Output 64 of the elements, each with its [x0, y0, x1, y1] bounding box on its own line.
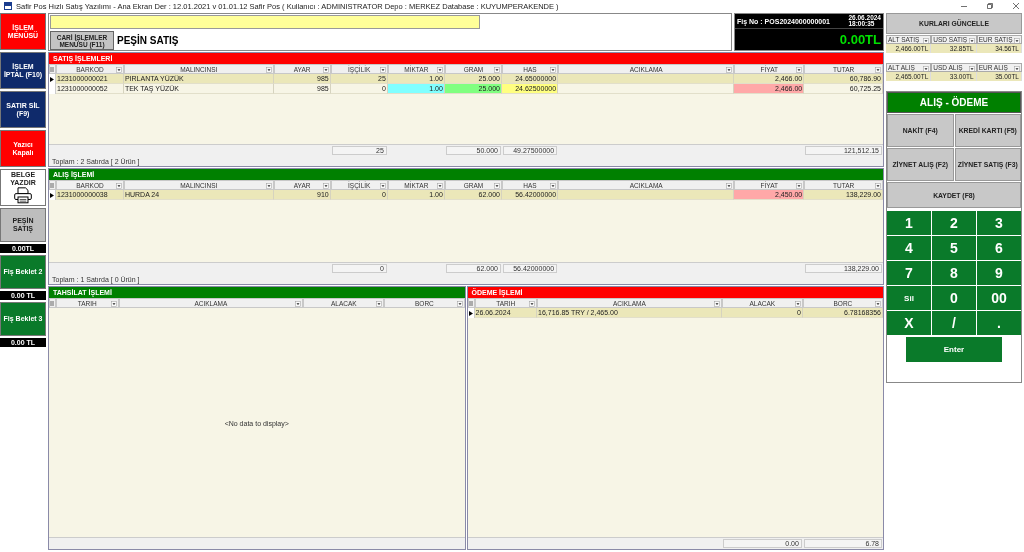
row-selector[interactable] [467, 308, 475, 318]
keypad-key[interactable]: 4 [887, 236, 931, 260]
keypad-key[interactable]: 7 [887, 261, 931, 285]
row-pointer-icon [50, 192, 54, 198]
dropdown-icon[interactable] [968, 37, 975, 43]
keypad-key[interactable]: 2 [932, 211, 976, 235]
dropdown-icon[interactable] [436, 182, 443, 189]
keypad-key[interactable]: 6 [977, 236, 1021, 260]
row-selector[interactable] [49, 74, 56, 84]
dropdown-icon[interactable] [875, 300, 881, 307]
mode-title: PEŞİN SATIŞ [117, 35, 179, 46]
keypad-key[interactable]: . [977, 311, 1021, 335]
keypad-key[interactable]: / [932, 311, 976, 335]
keypad-key[interactable]: 9 [977, 261, 1021, 285]
dropdown-icon[interactable] [726, 66, 733, 73]
keypad-key[interactable]: 00 [977, 286, 1021, 310]
close-icon[interactable] [1012, 2, 1020, 10]
dropdown-icon[interactable] [726, 182, 733, 189]
keypad-key[interactable]: 5 [932, 236, 976, 260]
dropdown-icon[interactable] [875, 182, 881, 189]
dropdown-icon[interactable] [110, 300, 117, 307]
dropdown-icon[interactable] [494, 182, 500, 189]
dropdown-icon[interactable] [713, 300, 720, 307]
dropdown-icon[interactable] [265, 182, 272, 189]
dropdown-icon[interactable] [529, 300, 536, 307]
dropdown-icon[interactable] [295, 300, 302, 307]
dropdown-icon[interactable] [494, 66, 500, 73]
dropdown-icon[interactable] [115, 66, 122, 73]
keypad-key[interactable]: 0 [932, 286, 976, 310]
dropdown-icon[interactable] [322, 66, 329, 73]
row-pointer-icon [468, 310, 473, 316]
keypad-key[interactable]: 1 [887, 211, 931, 235]
row-pointer-icon [50, 76, 54, 82]
dropdown-icon[interactable] [968, 65, 975, 71]
app-icon [4, 2, 12, 10]
dropdown-icon[interactable] [923, 65, 930, 71]
dropdown-icon[interactable] [550, 182, 557, 189]
dropdown-icon[interactable] [923, 37, 930, 43]
row-selector[interactable] [49, 190, 56, 200]
keypad-key[interactable]: 3 [977, 211, 1021, 235]
dropdown-icon[interactable] [456, 300, 463, 307]
enter-button[interactable]: Enter [906, 337, 1002, 362]
dropdown-icon[interactable] [794, 300, 801, 307]
dropdown-icon[interactable] [875, 66, 881, 73]
dropdown-icon[interactable] [1014, 65, 1020, 71]
printer-icon [11, 187, 35, 204]
barcode-input-field[interactable] [50, 15, 480, 29]
dropdown-icon[interactable] [376, 300, 383, 307]
dropdown-icon[interactable] [322, 182, 329, 189]
dropdown-icon[interactable] [265, 66, 272, 73]
dropdown-icon[interactable] [379, 66, 386, 73]
keypad-key[interactable]: 8 [932, 261, 976, 285]
dropdown-icon[interactable] [436, 66, 443, 73]
keypad-key[interactable]: Sil [887, 286, 931, 310]
dropdown-icon[interactable] [796, 66, 803, 73]
dropdown-icon[interactable] [115, 182, 122, 189]
checkout-title: ALIŞ - ÖDEME [887, 92, 1021, 113]
restore-icon[interactable] [986, 2, 994, 10]
dropdown-icon[interactable] [379, 182, 386, 189]
total-amount: 0.00TL [735, 28, 883, 50]
dropdown-icon[interactable] [1014, 37, 1020, 43]
dropdown-icon[interactable] [550, 66, 557, 73]
dropdown-icon[interactable] [796, 182, 803, 189]
keypad-key[interactable]: X [887, 311, 931, 335]
